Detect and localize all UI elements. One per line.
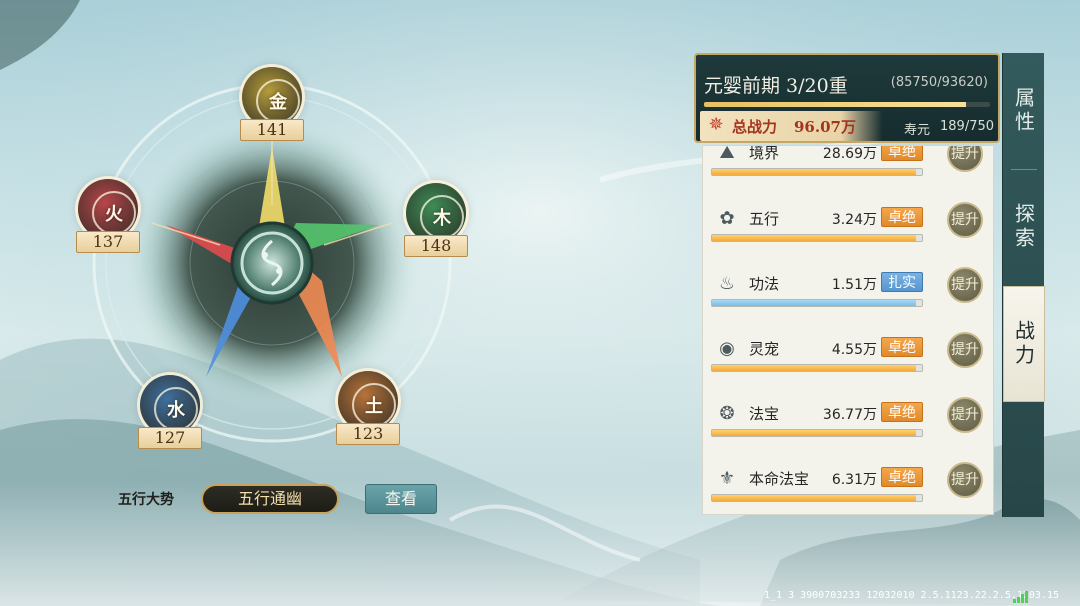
five-elements-trend-label: 五行大势: [118, 492, 174, 508]
stat-list[interactable]: ⛰ 境界 28.69万 卓绝 提升 ✿ 五行 3.24万 卓绝 提升 ♨ 功法 …: [702, 145, 994, 515]
upgrade-button[interactable]: 提升: [947, 332, 983, 368]
technique-icon: ♨: [718, 272, 736, 294]
earth-element-icon: 土: [338, 371, 398, 431]
stat-progress-fill: [712, 169, 916, 175]
element-value: 123: [336, 423, 400, 445]
five-elements-trend-value: 五行通幽: [201, 484, 339, 514]
stat-value: 6.31万: [831, 472, 877, 488]
total-power-value: 96.07万: [794, 118, 856, 136]
element-water[interactable]: 水 127: [134, 371, 206, 451]
element-glyph: 金: [269, 92, 287, 113]
stat-rank-badge: 扎实: [881, 272, 923, 292]
natal-treasure-icon: ⚜: [718, 467, 736, 489]
stat-rank-badge: 卓绝: [881, 146, 923, 161]
stat-row-magic-treasure: ❂ 法宝 36.77万 卓绝 提升: [703, 397, 993, 463]
stat-row-five-elements: ✿ 五行 3.24万 卓绝 提升: [703, 202, 993, 268]
tab-combat-power[interactable]: 战力: [1003, 286, 1045, 402]
stat-value: 3.24万: [831, 212, 877, 228]
upgrade-button[interactable]: 提升: [947, 146, 983, 172]
stat-progress-bar: [711, 234, 923, 242]
stat-progress-bar: [711, 364, 923, 372]
stat-rank-badge: 卓绝: [881, 337, 923, 357]
element-value: 137: [76, 231, 140, 253]
magic-treasure-icon: ❂: [719, 402, 735, 424]
element-metal[interactable]: 金 141: [236, 63, 308, 143]
element-glyph: 土: [365, 396, 383, 417]
element-fire[interactable]: 火 137: [72, 175, 144, 255]
view-button[interactable]: 查看: [365, 484, 437, 514]
stat-name: 法宝: [749, 405, 780, 423]
stat-value: 1.51万: [831, 277, 877, 293]
stat-progress-fill: [712, 365, 916, 371]
stat-value: 28.69万: [822, 146, 877, 162]
element-glyph: 木: [433, 208, 451, 229]
stat-name: 功法: [749, 275, 780, 293]
lifespan-value: 189/750: [940, 119, 995, 134]
upgrade-button[interactable]: 提升: [947, 267, 983, 303]
fire-element-icon: 火: [78, 179, 138, 239]
combat-power-panel: 元婴前期 3/20重 (85750/93620) ✵ 总战力 96.07万 寿元…: [694, 53, 1000, 517]
stat-name: 五行: [749, 210, 780, 228]
element-glyph: 火: [105, 204, 123, 225]
stat-row-realm: ⛰ 境界 28.69万 卓绝 提升: [703, 145, 993, 202]
realm-exp: (85750/93620): [890, 75, 988, 90]
stat-rank-badge: 卓绝: [881, 467, 923, 487]
spirit-pet-icon: ◉: [719, 337, 735, 359]
tab-label: 战力: [1011, 320, 1036, 368]
stat-progress-bar: [711, 168, 923, 176]
realm-progress-fill: [704, 102, 966, 107]
metal-element-icon: 金: [242, 67, 302, 127]
element-earth[interactable]: 土 123: [332, 367, 404, 447]
stat-rank-badge: 卓绝: [881, 402, 923, 422]
stat-progress-bar: [711, 299, 923, 307]
element-value: 141: [240, 119, 304, 141]
five-elements-icon: ✿: [719, 207, 735, 229]
upgrade-button[interactable]: 提升: [947, 397, 983, 433]
stat-row-technique: ♨ 功法 1.51万 扎实 提升: [703, 267, 993, 333]
water-element-icon: 水: [140, 375, 200, 435]
lifespan-label: 寿元: [904, 123, 931, 138]
element-value: 127: [138, 427, 202, 449]
stat-progress-bar: [711, 429, 923, 437]
upgrade-button[interactable]: 提升: [947, 202, 983, 238]
stat-progress-bar: [711, 494, 923, 502]
wood-element-icon: 木: [406, 183, 466, 243]
total-power-label: 总战力: [732, 118, 778, 136]
stat-name: 境界: [749, 145, 780, 162]
stat-rank-badge: 卓绝: [881, 207, 923, 227]
realm-progress-bar: [704, 102, 990, 107]
stat-progress-fill: [712, 430, 916, 436]
stat-name: 灵宠: [749, 340, 780, 358]
stat-progress-fill: [712, 495, 916, 501]
element-wood[interactable]: 木 148: [400, 179, 472, 259]
signal-strength-icon: [1013, 591, 1028, 603]
stat-name: 本命法宝: [749, 470, 810, 488]
stat-value: 4.55万: [831, 342, 877, 358]
stat-row-natal-treasure: ⚜ 本命法宝 6.31万 卓绝 提升: [703, 462, 993, 514]
realm-title: 元婴前期 3/20重: [704, 75, 848, 97]
element-glyph: 水: [167, 400, 185, 421]
tab-explore[interactable]: 探索: [1003, 169, 1045, 285]
element-value: 148: [404, 235, 468, 257]
tab-attributes[interactable]: 属性: [1003, 53, 1045, 169]
tab-label: 属性: [1011, 87, 1036, 135]
stat-progress-fill: [712, 300, 916, 306]
five-elements-wheel: 金 141 木 148 土 123 水 127 火 137: [60, 55, 500, 475]
combat-power-icon: ✵: [708, 114, 724, 135]
tab-label: 探索: [1011, 203, 1036, 251]
panel-header: 元婴前期 3/20重 (85750/93620) ✵ 总战力 96.07万 寿元…: [694, 53, 1000, 143]
stat-row-spirit-pet: ◉ 灵宠 4.55万 卓绝 提升: [703, 332, 993, 398]
realm-icon: ⛰: [719, 145, 735, 163]
stat-progress-fill: [712, 235, 916, 241]
side-tab-bar: 属性 探索 战力: [1002, 53, 1045, 517]
upgrade-button[interactable]: 提升: [947, 462, 983, 498]
stat-value: 36.77万: [822, 407, 877, 423]
